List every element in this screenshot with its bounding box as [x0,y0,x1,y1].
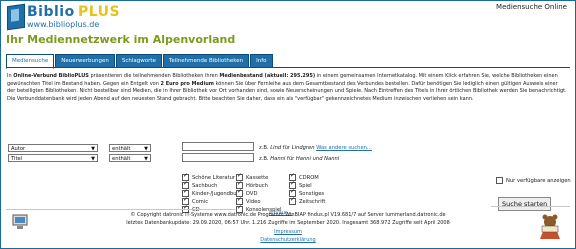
search-input-2[interactable] [182,153,254,162]
operator-select-2[interactable]: enthält ▼ [109,154,151,162]
tab-bar: Mediensuche Neuerwerbungen Schlagworte T… [6,54,274,69]
chevron-down-icon: ▼ [144,146,148,152]
hint-1: z.B. Lind für Lindgren Was andere suchen… [259,145,372,151]
divider [491,206,570,207]
operator-select-1[interactable]: enthält ▼ [109,144,151,152]
chevron-down-icon: ▼ [91,146,95,152]
checkbox-schoene-literatur[interactable]: Schöne Literatur [182,172,235,181]
field-select-2[interactable]: Titel ▼ [8,154,98,162]
field-select-1[interactable]: Autor ▼ [8,144,98,152]
tab-divider [6,67,570,68]
chevron-down-icon: ▼ [144,156,148,162]
checkbox-kinder-jugendbuch[interactable]: Kinder-/Jugendbuch [182,188,243,197]
brand-plus: PLUS [78,4,121,20]
impressum-link[interactable]: Impressum [274,229,302,235]
checkbox-icon [496,177,503,184]
footer-copyright: © Copyright datronic IT-Systeme www.datr… [130,212,446,218]
tab-neuerwerbungen[interactable]: Neuerwerbungen [55,54,115,68]
divider [6,209,235,210]
chevron-down-icon: ▼ [91,156,95,162]
page-title: Mediensuche Online [496,3,567,11]
search-button[interactable]: Suche starten [498,197,552,211]
tagline: Ihr Mediennetzwerk im Alpenvorland [6,33,236,46]
checkbox-zeitschrift[interactable]: Zeitschrift [289,196,325,205]
reading-bear-icon [540,214,560,239]
tab-teilnehmende-bibliotheken[interactable]: Teilnehmende Bibliotheken [162,54,250,68]
book-logo-icon [7,3,25,31]
footer-stats: letztes Datenbankupdate: 29.09.2020, 06:… [126,220,450,226]
checkbox-icon [289,196,296,205]
page-frame: Biblio PLUS www.biblioplus.de Ihr Medien… [0,0,576,249]
available-only-checkbox[interactable]: Nur verfügbare anzeigen [496,177,571,184]
hint-2: z.B. Hanni für Hanni und Nanni [259,156,340,162]
intro-paragraph: In Online-Verbund BiblioPLUS präsentiere… [7,73,567,102]
brand-name: Biblio [27,4,75,20]
brand-url: www.biblioplus.de [27,20,100,29]
what-others-search-link[interactable]: Was andere suchen... [316,145,372,151]
tab-schlagworte[interactable]: Schlagworte [115,54,162,68]
tab-info[interactable]: Info [250,54,273,68]
privacy-link[interactable]: Datenschutzerklärung [260,237,315,243]
search-input-1[interactable] [182,142,254,151]
